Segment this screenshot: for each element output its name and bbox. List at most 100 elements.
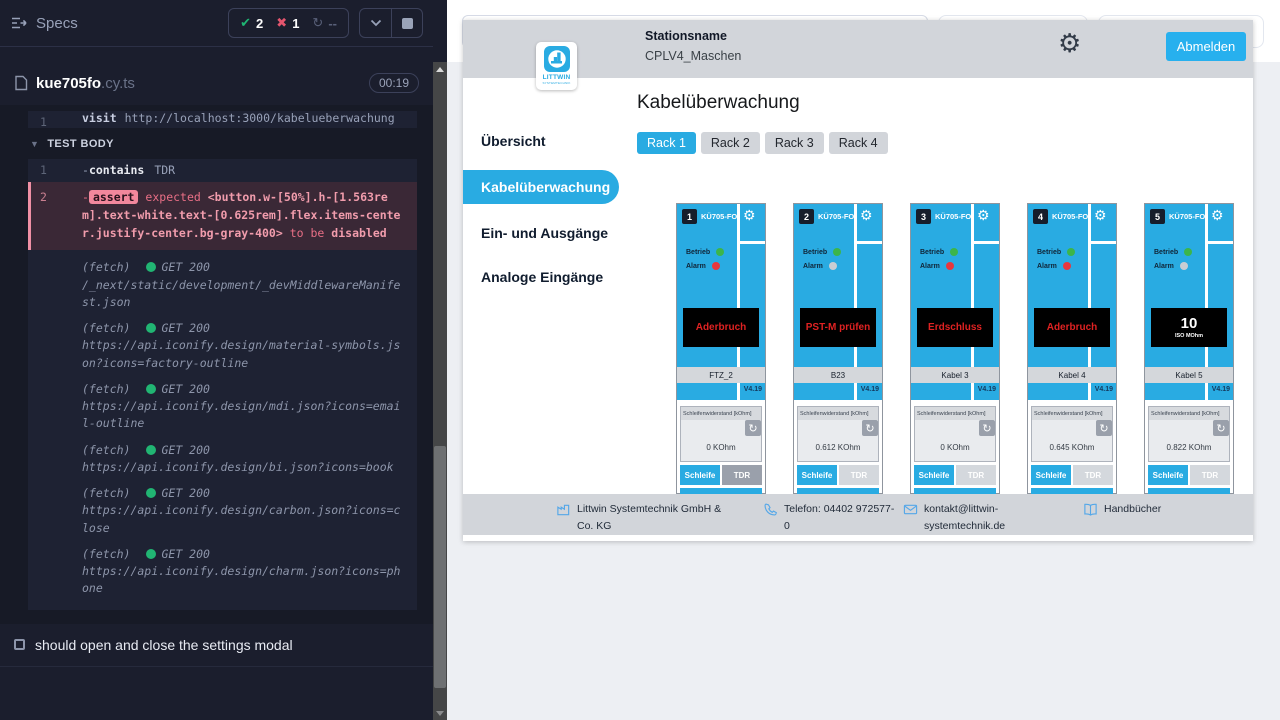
pending-test-row[interactable]: should open and close the settings modal — [0, 624, 433, 667]
cypress-runner-panel: Specs ✔ 2 ✖ 1 ↻ -- — [0, 0, 433, 720]
assert-badge: assert — [89, 190, 139, 204]
card-number: 1 — [682, 209, 697, 224]
betrieb-led-row: Betrieb — [1154, 248, 1192, 256]
refresh-button[interactable]: ↻ — [745, 420, 761, 436]
scroll-up-button[interactable] — [433, 62, 447, 76]
scroll-down-button[interactable] — [433, 706, 447, 720]
pending-square-icon — [14, 639, 25, 650]
status-message: PST-M prüfen — [806, 322, 870, 333]
rack-tab-rack-4[interactable]: Rack 4 — [829, 132, 888, 154]
card-buttons: Schleife TDR — [914, 465, 996, 485]
alarm-led — [1180, 262, 1188, 270]
refresh-button[interactable]: ↻ — [979, 420, 995, 436]
footer-contact-item[interactable]: Littwin Systemtechnik GmbH & Co. KG — [556, 501, 734, 536]
loop-resistance-panel: Schleifenwiderstand [kOhm] ↻ 0.645 KOhm — [1031, 406, 1113, 462]
check-icon: ✔ — [240, 15, 251, 31]
card-gear-icon[interactable]: ⚙ — [860, 208, 873, 222]
tdr-button[interactable]: TDR — [839, 465, 879, 485]
cable-name-label: Kabel 3 — [911, 367, 999, 383]
status-message: Erdschluss — [928, 322, 982, 333]
sidebar-item-kabelüberwachung[interactable]: Kabelüberwachung — [463, 170, 619, 204]
tdr-button[interactable]: TDR — [956, 465, 996, 485]
fetch-url: /_next/static/development/_devMiddleware… — [82, 277, 407, 312]
command-assert-failed[interactable]: 2 -assert expected <button.w-[50%].h-[1.… — [28, 182, 417, 250]
factory-icon — [556, 502, 571, 517]
settings-gear-icon[interactable]: ⚙ — [1058, 30, 1081, 56]
logout-button[interactable]: Abmelden — [1166, 32, 1246, 61]
firmware-version: V4.19 — [744, 386, 762, 393]
littwin-logo: LITTWIN SYSTEMTECHNIK — [536, 42, 577, 90]
betrieb-led — [1184, 248, 1192, 256]
sidebar-item-übersicht[interactable]: Übersicht — [463, 124, 619, 158]
tdr-button[interactable]: TDR — [1073, 465, 1113, 485]
meter-value: 0.822 KOhm — [1167, 443, 1212, 452]
card-divider — [740, 241, 765, 244]
fetch-log-entry: (fetch)GET 200 https://api.iconify.desig… — [28, 372, 417, 433]
footer-bottom-strip — [463, 535, 1253, 541]
schleife-button[interactable]: Schleife — [680, 465, 720, 485]
meter-value: 0.612 KOhm — [816, 443, 861, 452]
spec-extension: .cy.ts — [101, 75, 135, 92]
stop-tests-button[interactable] — [391, 9, 422, 37]
meter-title: Schleifenwiderstand [kOhm] — [915, 407, 995, 420]
status-ok-dot — [146, 549, 156, 559]
rack-tab-rack-2[interactable]: Rack 2 — [701, 132, 760, 154]
card-gear-icon[interactable]: ⚙ — [977, 208, 990, 222]
card-gear-icon[interactable]: ⚙ — [1094, 208, 1107, 222]
meter-title: Schleifenwiderstand [kOhm] — [1032, 407, 1112, 420]
card-gear-icon[interactable]: ⚙ — [743, 208, 756, 222]
footer-contact-item[interactable]: Telefon: 04402 972577-0 — [763, 501, 895, 536]
station-info: Stationsname CPLV4_Maschen — [645, 29, 741, 63]
firmware-version: V4.19 — [978, 386, 996, 393]
footer-text: kontakt@littwin-systemtechnik.de — [924, 501, 1043, 536]
alarm-led — [712, 262, 720, 270]
rack-tab-rack-1[interactable]: Rack 1 — [637, 132, 696, 154]
fetch-url: https://api.iconify.design/bi.json?icons… — [82, 459, 407, 476]
footer-text: Telefon: 04402 972577-0 — [784, 501, 895, 536]
collapse-tests-button[interactable] — [360, 9, 391, 37]
card-model-label: KÜ705-FO — [818, 212, 854, 221]
card-divider — [1208, 241, 1233, 244]
scrollbar-thumb[interactable] — [434, 446, 446, 688]
specs-list-icon — [10, 16, 28, 30]
littwin-logo-icon — [544, 46, 570, 72]
sidebar-item-analoge-eing-nge[interactable]: Analoge Eingänge — [463, 260, 619, 294]
alarm-led-row: Alarm — [686, 262, 720, 270]
fetch-log-list: (fetch)GET 200 /_next/static/development… — [28, 250, 417, 597]
footer-contact-item[interactable]: Handbücher — [1083, 501, 1161, 518]
spec-file-icon — [14, 75, 28, 91]
betrieb-led-row: Betrieb — [920, 248, 958, 256]
refresh-button[interactable]: ↻ — [1213, 420, 1229, 436]
rack-tab-rack-3[interactable]: Rack 3 — [765, 132, 824, 154]
stat-pending: ↻ -- — [312, 15, 337, 31]
command-visit[interactable]: 1 visithttp://localhost:3000/kabelueberw… — [28, 111, 417, 128]
fetch-url: https://api.iconify.design/carbon.json?i… — [82, 502, 407, 537]
stat-passed: ✔ 2 — [240, 15, 263, 31]
card-number: 3 — [916, 209, 931, 224]
app-footer: Littwin Systemtechnik GmbH & Co. KG Tele… — [463, 494, 1253, 535]
test-body-section-toggle[interactable]: ▼ TEST BODY — [0, 128, 433, 159]
refresh-button[interactable]: ↻ — [1096, 420, 1112, 436]
meter-value: 0 KOhm — [706, 443, 735, 452]
test-stats[interactable]: ✔ 2 ✖ 1 ↻ -- — [228, 8, 349, 38]
tdr-button[interactable]: TDR — [1190, 465, 1230, 485]
command-contains[interactable]: 1 -containsTDR — [28, 159, 417, 182]
fetch-url: https://api.iconify.design/material-symb… — [82, 337, 407, 372]
schleife-button[interactable]: Schleife — [1148, 465, 1188, 485]
sidebar-item-ein-und-ausg-nge[interactable]: Ein- und Ausgänge — [463, 216, 619, 250]
card-model-label: KÜ705-FO — [1169, 212, 1205, 221]
schleife-button[interactable]: Schleife — [1031, 465, 1071, 485]
status-message: Aderbruch — [696, 322, 747, 333]
specs-menu-toggle[interactable]: Specs — [10, 15, 78, 32]
card-buttons: Schleife TDR — [797, 465, 879, 485]
schleife-button[interactable]: Schleife — [797, 465, 837, 485]
tdr-button[interactable]: TDR — [722, 465, 762, 485]
monitor-card: 2 KÜ705-FO ⚙ Betrieb Alarm PST-M prüfen … — [793, 203, 883, 494]
status-ok-dot — [146, 323, 156, 333]
refresh-button[interactable]: ↻ — [862, 420, 878, 436]
footer-contact-item[interactable]: kontakt@littwin-systemtechnik.de — [903, 501, 1043, 536]
card-gear-icon[interactable]: ⚙ — [1211, 208, 1224, 222]
schleife-button[interactable]: Schleife — [914, 465, 954, 485]
alarm-led-row: Alarm — [1154, 262, 1188, 270]
phone-icon — [763, 502, 778, 517]
